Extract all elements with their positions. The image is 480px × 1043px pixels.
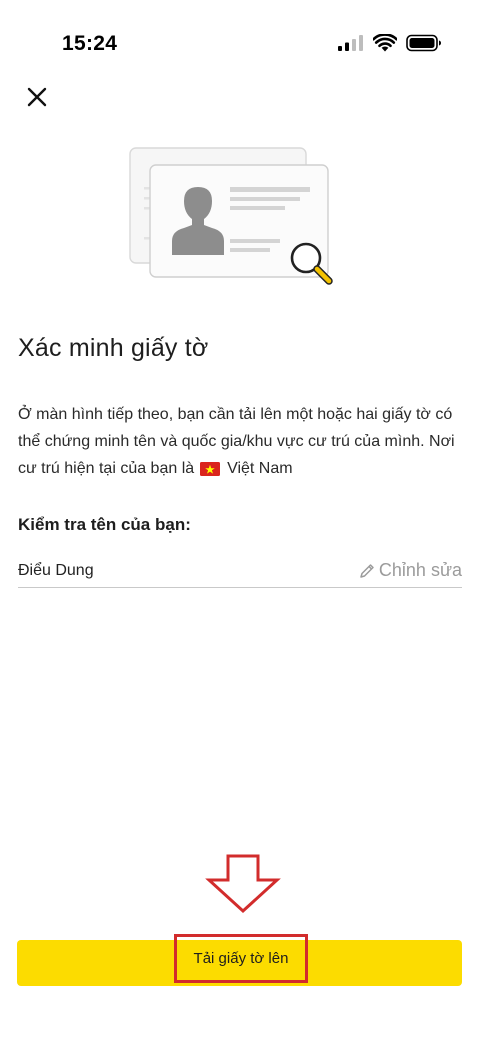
id-card-illustration — [128, 145, 343, 290]
wifi-icon — [373, 34, 397, 52]
country-name: Việt Nam — [227, 460, 293, 477]
upload-label-highlight[interactable]: Tải giấy tờ lên — [174, 934, 308, 983]
edit-label: Chỉnh sửa — [378, 560, 462, 580]
close-icon — [27, 87, 47, 107]
arrow-down-annotation — [205, 854, 281, 914]
page-title: Xác minh giấy tờ — [18, 334, 209, 362]
cellular-signal-icon — [338, 35, 363, 51]
upload-button-label: Tải giấy tờ lên — [193, 950, 289, 967]
battery-icon — [406, 34, 441, 52]
close-button[interactable] — [22, 82, 52, 112]
name-section-label: Kiểm tra tên của bạn: — [18, 515, 191, 534]
name-field: Điểu Dung Chỉnh sửa — [18, 558, 462, 588]
vietnam-flag-icon — [199, 462, 220, 476]
status-bar: 15:24 — [0, 0, 480, 80]
pencil-icon — [360, 563, 374, 578]
status-icons — [338, 34, 442, 52]
description-text: Ở màn hình tiếp theo, bạn cần tải lên mộ… — [18, 401, 464, 482]
name-value: Điểu Dung — [18, 562, 94, 579]
status-time: 15:24 — [62, 32, 118, 55]
edit-name-button[interactable]: Chỉnh sửa — [359, 560, 462, 581]
